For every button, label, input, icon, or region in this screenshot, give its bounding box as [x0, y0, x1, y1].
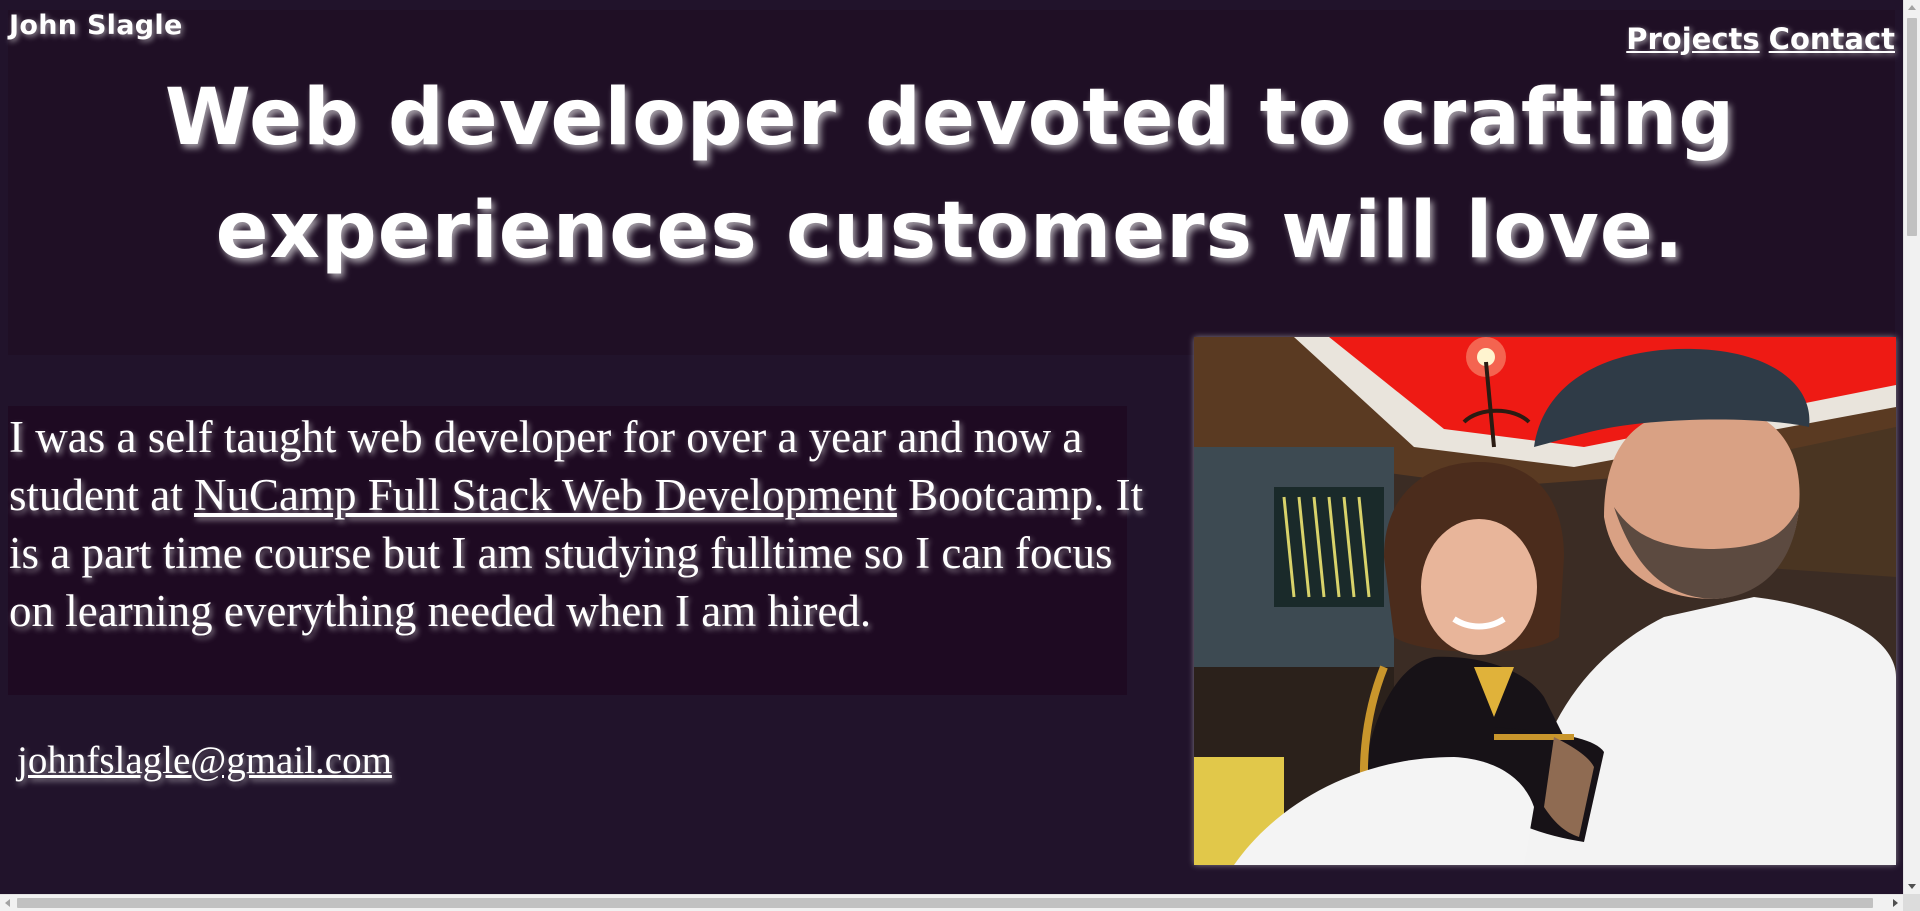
top-nav: Projects Contact — [1626, 22, 1895, 56]
scroll-down-arrow-icon[interactable] — [1908, 884, 1916, 889]
about-paragraph: I was a self taught web developer for ov… — [9, 408, 1149, 640]
hero-headline-line-2: experiences customers will love. — [215, 186, 1685, 276]
nav-link-projects[interactable]: Projects — [1626, 22, 1759, 56]
hero-headline: Web developer devoted to crafting experie… — [160, 62, 1740, 288]
page: John Slagle Projects Contact Web develop… — [0, 0, 1903, 894]
horizontal-scrollbar[interactable] — [0, 894, 1903, 911]
email-link[interactable]: johnfslagle@gmail.com — [17, 738, 392, 783]
hero-headline-line-1: Web developer devoted to crafting — [164, 73, 1736, 163]
nav-link-contact[interactable]: Contact — [1769, 22, 1895, 56]
scroll-left-arrow-icon[interactable] — [5, 899, 10, 907]
site-brand[interactable]: John Slagle — [9, 10, 183, 41]
vertical-scrollbar[interactable] — [1903, 0, 1920, 894]
nucamp-link[interactable]: NuCamp Full Stack Web Development — [194, 470, 897, 520]
scrollbar-corner — [1903, 894, 1920, 911]
horizontal-scroll-thumb[interactable] — [17, 898, 1873, 908]
scroll-right-arrow-icon[interactable] — [1893, 899, 1898, 907]
scroll-up-arrow-icon[interactable] — [1908, 5, 1916, 10]
profile-photo-illustration — [1194, 337, 1896, 865]
profile-photo — [1194, 337, 1896, 865]
vertical-scroll-thumb[interactable] — [1907, 18, 1917, 236]
